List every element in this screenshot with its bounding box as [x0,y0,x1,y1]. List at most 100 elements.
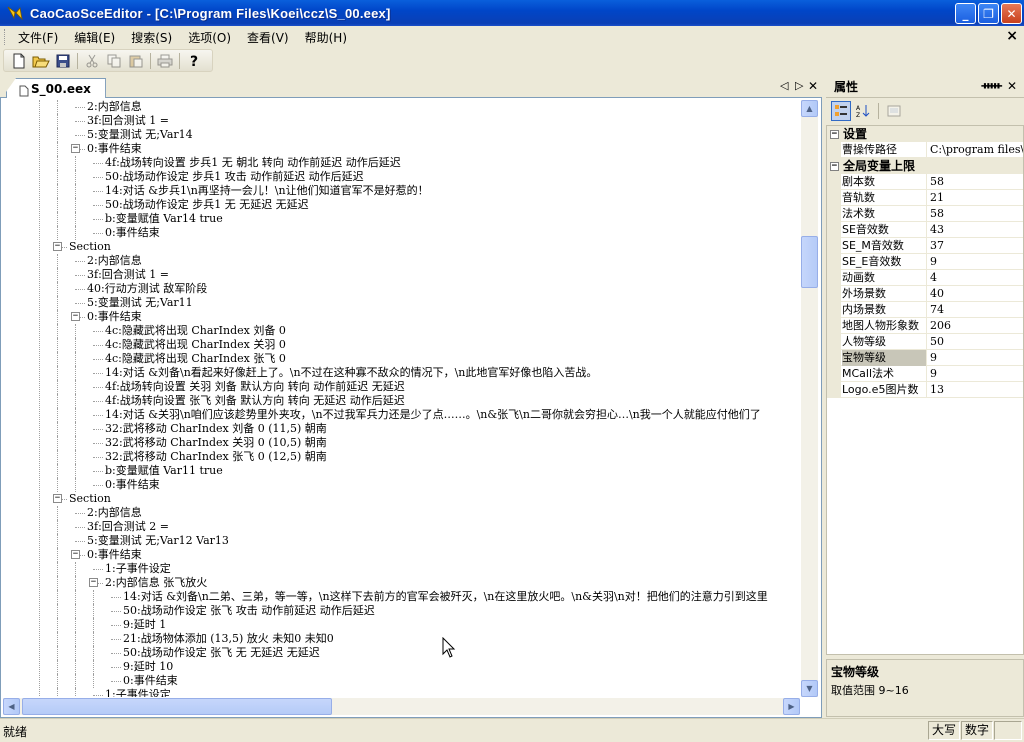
tree-node[interactable]: b:变量赋值 Var11 true [105,464,223,478]
tree-node[interactable]: 1:子事件设定 [105,562,171,576]
scroll-left-icon[interactable]: ◀ [3,698,20,715]
tree-node[interactable]: 0:事件结束 [87,548,142,562]
property-value[interactable]: 37 [928,238,1023,254]
scroll-right-icon[interactable]: ▶ [783,698,800,715]
property-value[interactable]: 58 [928,174,1023,190]
horizontal-scrollbar[interactable]: ◀ ▶ [3,698,800,715]
property-value[interactable]: 21 [928,190,1023,206]
tree-node[interactable]: 4c:隐藏武将出现 CharIndex 刘备 0 [105,324,286,338]
tree-node[interactable]: 14:对话 &刘备\n看起来好像赶上了。\n不过在这种寡不敌众的情况下，\n此地… [105,366,597,380]
property-row[interactable]: SE音效数 43 [827,222,1023,238]
properties-close-icon[interactable]: ✕ [1007,79,1017,93]
tree-collapse-icon[interactable]: − [89,578,98,587]
help-icon[interactable]: ? [183,51,205,71]
tree-node[interactable]: 50:战场动作设定 张飞 攻击 动作前延迟 动作后延迟 [123,604,375,618]
tab-scroll-right-icon[interactable]: ▷ [795,79,803,92]
tree-node[interactable]: 0:事件结束 [105,478,160,492]
property-value[interactable]: 40 [928,286,1023,302]
menu-help[interactable]: 帮助(H) [299,27,353,48]
pin-icon[interactable]: ᚔ [981,79,1002,92]
property-row[interactable]: MCall法术 9 [827,366,1023,382]
tree-collapse-icon[interactable]: − [71,550,80,559]
tree-node[interactable]: 4f:战场转向设置 关羽 刘备 默认方向 转向 动作前延迟 无延迟 [105,380,405,394]
event-tree[interactable]: 2:内部信息 3f:回合测试 1 = 5:变量测试 无;Var14−0:事件结束 4f… [3,100,800,697]
property-row[interactable]: 人物等级 50 [827,334,1023,350]
menu-file[interactable]: 文件(F) [12,27,64,48]
property-value[interactable]: C:\program files\koei\ccz [928,142,1023,158]
property-row[interactable]: 地图人物形象数 206 [827,318,1023,334]
tree-node[interactable]: 32:武将移动 CharIndex 刘备 0 (11,5) 朝南 [105,422,327,436]
property-row[interactable]: 剧本数 58 [827,174,1023,190]
vertical-scroll-thumb[interactable] [801,236,818,288]
category-global-limits[interactable]: − 全局变量上限 [827,158,1023,174]
tree-node[interactable]: 1:子事件设定 [105,688,171,697]
scroll-down-icon[interactable]: ▼ [801,680,818,697]
property-value[interactable]: 9 [928,254,1023,270]
tree-node[interactable]: b:变量赋值 Var14 true [105,212,223,226]
tree-node[interactable]: 2:内部信息 [87,254,142,268]
property-row[interactable]: 法术数 58 [827,206,1023,222]
collapse-icon[interactable]: − [830,162,839,171]
property-value[interactable]: 43 [928,222,1023,238]
restore-button[interactable]: ❐ [978,3,999,24]
tree-node[interactable]: 9:延时 10 [123,660,173,674]
property-value[interactable]: 50 [928,334,1023,350]
close-button[interactable]: ✕ [1001,3,1022,24]
category-settings[interactable]: − 设置 [827,126,1023,142]
tree-node[interactable]: Section [69,492,111,506]
tree-node[interactable]: 3f:回合测试 2 = [87,520,169,534]
tree-node[interactable]: 5:变量测试 无;Var11 [87,296,193,310]
tree-collapse-icon[interactable]: − [71,312,80,321]
tree-collapse-icon[interactable]: − [53,494,62,503]
new-icon[interactable] [8,51,30,71]
save-icon[interactable] [52,51,74,71]
tree-node[interactable]: 21:战场物体添加 (13,5) 放火 未知0 未知0 [123,632,334,646]
property-pages-icon[interactable] [884,101,904,121]
tree-node[interactable]: 50:战场动作设定 步兵1 攻击 动作前延迟 动作后延迟 [105,170,364,184]
tree-node[interactable]: 2:内部信息 [87,506,142,520]
open-icon[interactable] [30,51,52,71]
paste-icon[interactable] [125,51,147,71]
vertical-scrollbar[interactable]: ▲ ▼ [801,100,818,697]
menu-edit[interactable]: 编辑(E) [68,27,121,48]
property-row[interactable]: 曹操传路径 C:\program files\koei\ccz [827,142,1023,158]
property-value[interactable]: 74 [928,302,1023,318]
tree-node[interactable]: 5:变量测试 无;Var12 Var13 [87,534,229,548]
menu-options[interactable]: 选项(O) [182,27,237,48]
property-row[interactable]: 音轨数 21 [827,190,1023,206]
property-row[interactable]: 内场景数 74 [827,302,1023,318]
tab-close-icon[interactable]: ✕ [808,79,818,93]
property-row[interactable]: Logo.e5图片数 13 [827,382,1023,398]
property-value[interactable]: 13 [928,382,1023,398]
tree-node[interactable]: 32:武将移动 CharIndex 张飞 0 (12,5) 朝南 [105,450,327,464]
print-icon[interactable] [154,51,176,71]
tree-node[interactable]: 0:事件结束 [105,226,160,240]
property-value[interactable]: 206 [928,318,1023,334]
tree-node[interactable]: 14:对话 &关羽\n咱们应该趁势里外夹攻，\n不过我军兵力还是少了点……。\n… [105,408,761,422]
property-row[interactable]: 宝物等级 9 [827,350,1023,366]
tree-node[interactable]: 50:战场动作设定 步兵1 无 无延迟 无延迟 [105,198,309,212]
tree-node[interactable]: 3f:回合测试 1 = [87,114,169,128]
tree-node[interactable]: 0:事件结束 [87,310,142,324]
tree-collapse-icon[interactable]: − [53,242,62,251]
tree-node[interactable]: Section [69,240,111,254]
tab-scroll-left-icon[interactable]: ◁ [780,79,788,92]
property-row[interactable]: SE_E音效数 9 [827,254,1023,270]
menu-view[interactable]: 查看(V) [241,27,295,48]
property-value[interactable]: 9 [928,350,1023,366]
copy-icon[interactable] [103,51,125,71]
document-close-button[interactable]: × [1006,28,1018,44]
horizontal-scroll-thumb[interactable] [22,698,332,715]
property-value[interactable]: 58 [928,206,1023,222]
tree-node[interactable]: 14:对话 &刘备\n二弟、三弟，等一等，\n这样下去前方的官军会被歼灭，\n在… [123,590,768,604]
tree-node[interactable]: 0:事件结束 [123,674,178,688]
property-row[interactable]: 动画数 4 [827,270,1023,286]
property-row[interactable]: SE_M音效数 37 [827,238,1023,254]
tree-node[interactable]: 4f:战场转向设置 张飞 刘备 默认方向 转向 无延迟 动作后延迟 [105,394,405,408]
tree-node[interactable]: 5:变量测试 无;Var14 [87,128,193,142]
tree-node[interactable]: 2:内部信息 [87,100,142,114]
property-value[interactable]: 9 [928,366,1023,382]
tree-node[interactable]: 40:行动方测试 敌军阶段 [87,282,207,296]
tree-node[interactable]: 0:事件结束 [87,142,142,156]
tree-node[interactable]: 32:武将移动 CharIndex 关羽 0 (10,5) 朝南 [105,436,327,450]
